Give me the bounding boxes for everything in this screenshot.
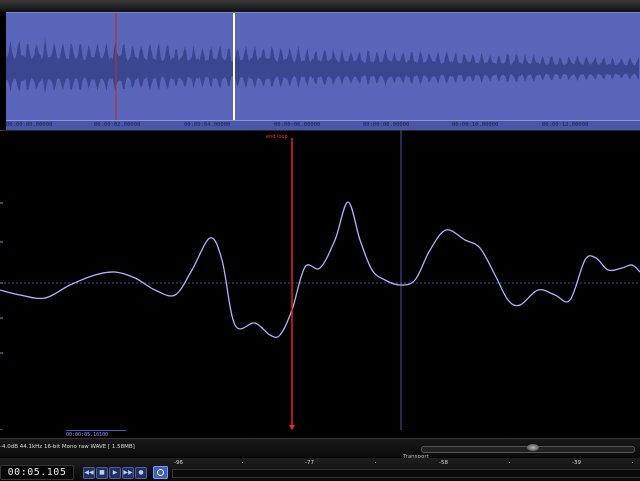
loop-icon	[157, 469, 164, 476]
ruler-tick: 00:00:00.00000	[6, 122, 53, 128]
ruler-tick: 00:00:02.00000	[94, 122, 141, 128]
detail-waveform-view[interactable]	[0, 130, 640, 430]
meter-label: -39	[572, 460, 581, 466]
rewind-button[interactable]: ◀◀	[83, 467, 95, 479]
overview-waveform-shape	[6, 38, 639, 94]
ruler-tick: 00:00:08.00000	[363, 122, 410, 128]
waveform-trace	[0, 201, 640, 339]
detail-waveform-graphic	[0, 130, 640, 430]
stop-button[interactable]: ■	[96, 467, 108, 479]
end-loop-label: end loop	[266, 134, 288, 140]
loop-toggle-button[interactable]	[153, 466, 168, 479]
meter-tick	[632, 462, 633, 463]
meter-tick	[375, 462, 376, 463]
ruler-tick: 00:00:10.00000	[452, 122, 499, 128]
level-meter-bar	[172, 469, 640, 478]
end-loop-handle[interactable]	[289, 425, 295, 430]
meter-label: -58	[439, 460, 448, 466]
record-button[interactable]: ●	[135, 467, 147, 479]
ruler-tick: 00:00:12.00000	[542, 122, 589, 128]
meter-label: -77	[305, 460, 314, 466]
time-display: 00:05.105	[0, 465, 74, 480]
top-toolbar	[0, 0, 640, 12]
fast-forward-button[interactable]: ▶▶	[122, 467, 134, 479]
audio-format-info: -4.0dB 44.1kHz 16-bit Mono raw WAVE [ 1.…	[0, 444, 135, 450]
meter-label: -96	[174, 460, 183, 466]
amplitude-scale-ticks	[0, 130, 3, 430]
play-button[interactable]: ▶	[109, 467, 121, 479]
level-meter: -96 -77 -58 -39	[172, 460, 640, 480]
meter-tick	[242, 462, 243, 463]
ruler-tick: 00:00:04.00000	[184, 122, 231, 128]
overview-waveform-graphic	[6, 13, 639, 121]
detail-time-label: 00:00:05.10100	[66, 430, 126, 438]
meter-tick	[509, 462, 510, 463]
audio-editor-window: 00:00:00.00000 00:00:02.00000 00:00:04.0…	[0, 0, 640, 481]
overview-waveform[interactable]	[6, 12, 640, 121]
ruler-tick: 00:00:06.00000	[274, 122, 321, 128]
